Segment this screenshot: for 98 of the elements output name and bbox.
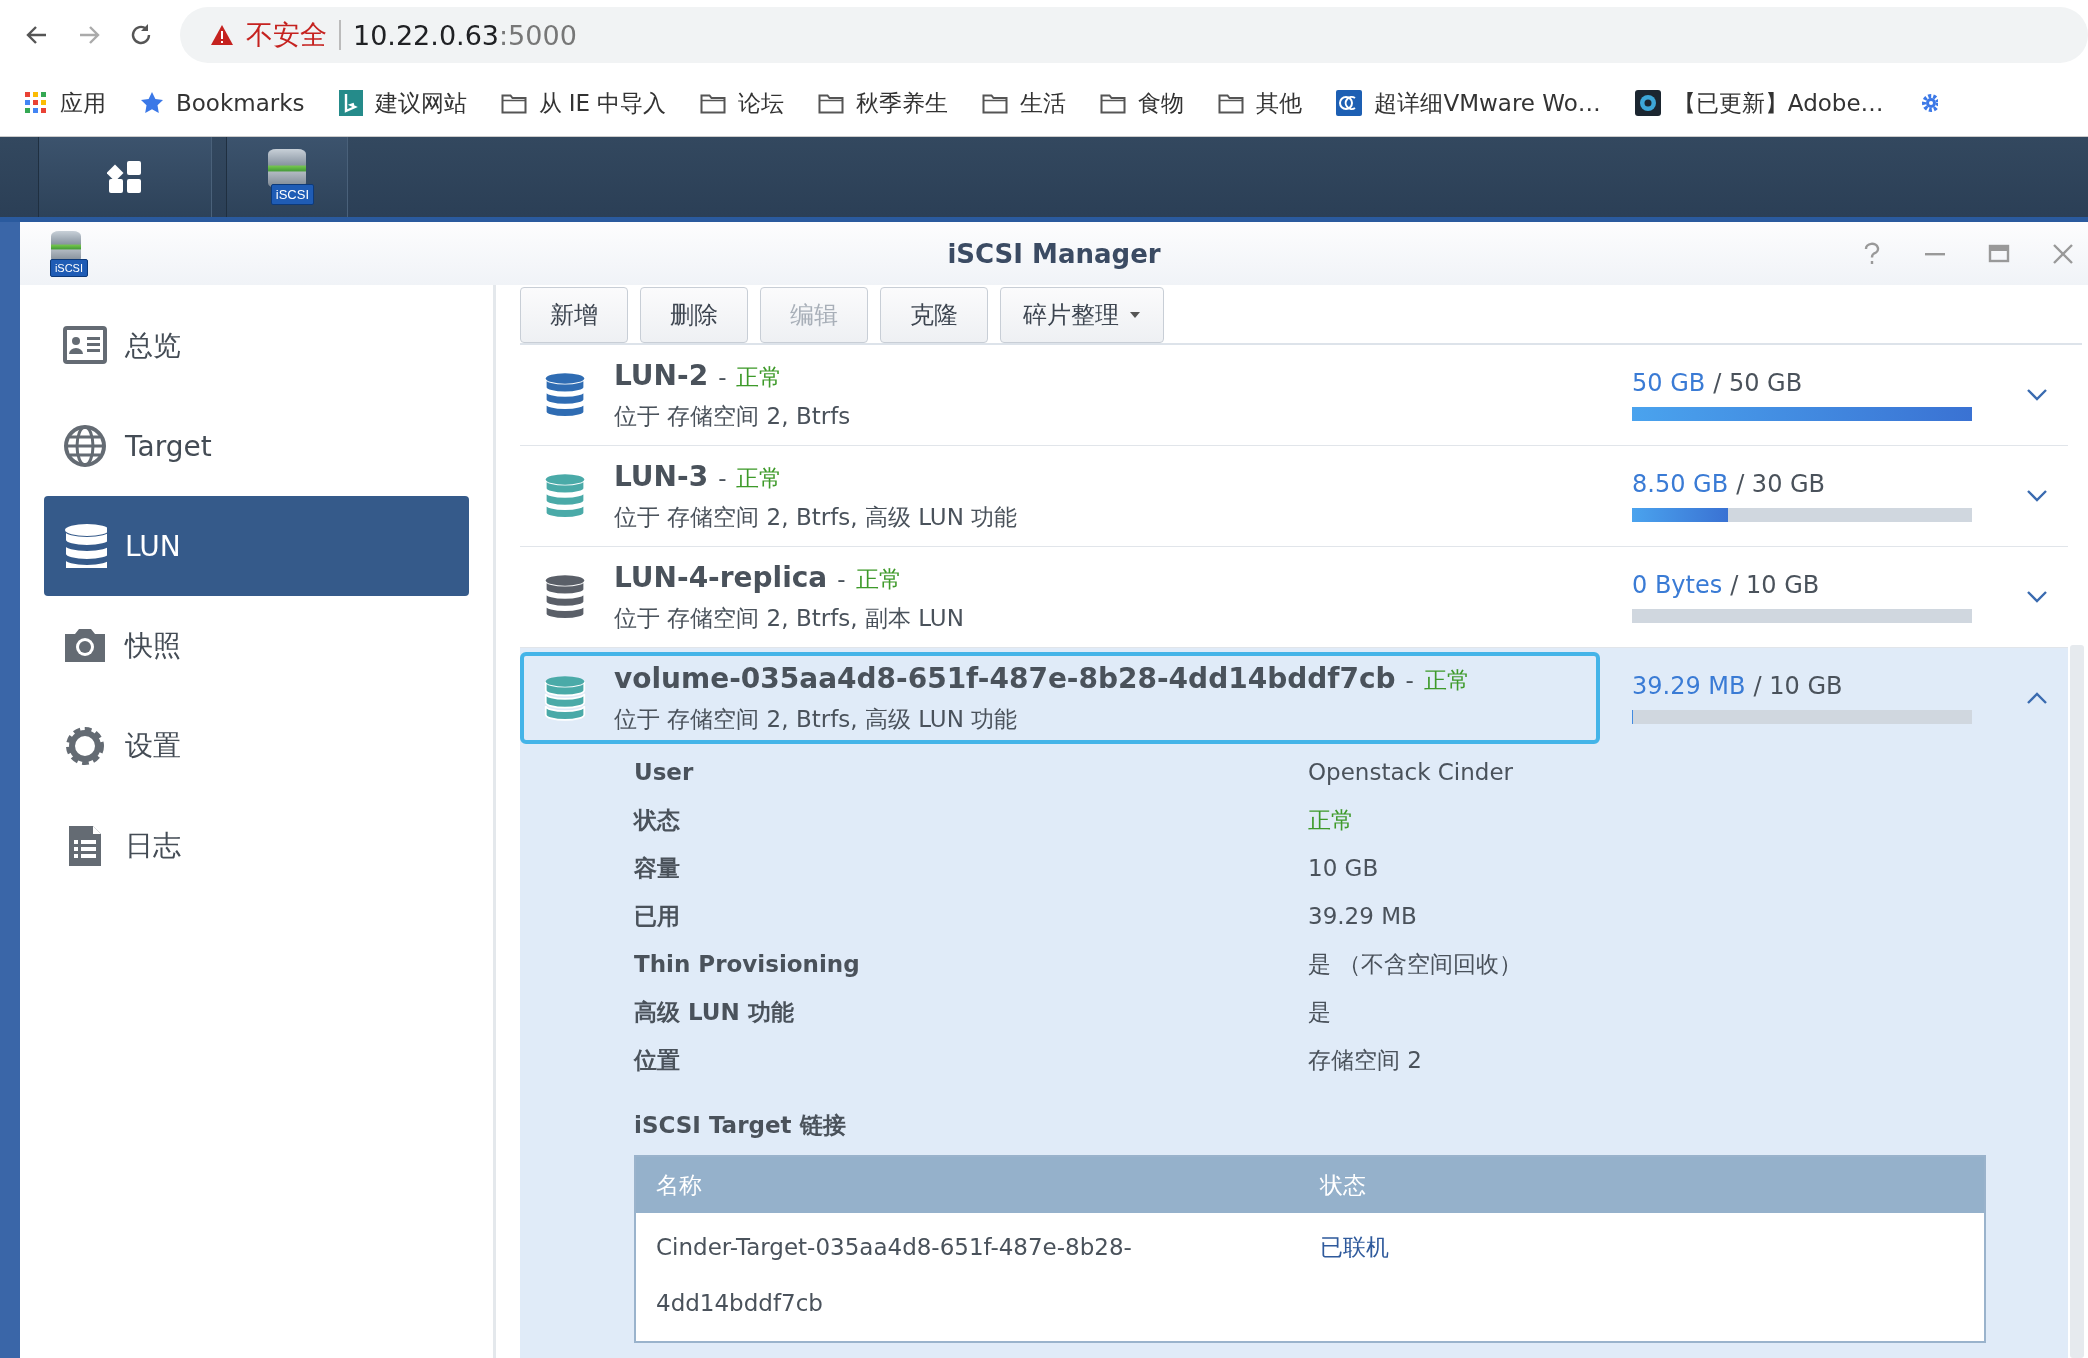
location-text: 位于 存储空间 2, Btrfs — [614, 401, 851, 431]
close-icon[interactable] — [2052, 242, 2074, 265]
globe-icon — [63, 424, 107, 468]
detail-label: User — [634, 759, 695, 785]
apps-grid-icon[interactable] — [24, 91, 48, 115]
caret-icon — [1129, 311, 1141, 319]
main-menu-icon[interactable] — [107, 159, 143, 195]
window-title: iSCSI Manager — [947, 238, 1161, 269]
location-text: 位于 存储空间 2, Btrfs, 副本 LUN — [614, 603, 964, 633]
folder-icon[interactable] — [1218, 92, 1245, 114]
detail-label: 位置 — [634, 1045, 681, 1075]
capacity-text: / 30 GB — [1736, 470, 1826, 498]
lun-name[interactable]: LUN-2 — [614, 358, 709, 392]
bookmark[interactable]: 生活 — [982, 87, 1067, 119]
detail-value: 是 — [1308, 997, 1331, 1027]
bookmark[interactable]: 从 IE 中导入 — [500, 87, 667, 119]
status-text: 正常 — [855, 564, 902, 594]
dash-separator: - — [837, 565, 846, 592]
capacity-text: / 10 GB — [1730, 571, 1820, 599]
sidebar-item[interactable]: LUN — [44, 496, 469, 596]
folder-icon[interactable] — [500, 92, 527, 114]
lun-name[interactable]: LUN-3 — [614, 459, 709, 493]
bookmark[interactable]: 食物 — [1100, 87, 1185, 119]
dash-separator: - — [718, 363, 727, 390]
bing-logo-icon[interactable] — [338, 90, 363, 116]
toolbar-button[interactable]: 碎片整理 — [1000, 287, 1164, 343]
detail-label: 状态 — [634, 805, 681, 835]
table-cell-text: Cinder-Target-035aa4d8-651f-487e-8b28-4dd14bddf7cb — [655, 1233, 1133, 1318]
database-icon — [63, 524, 107, 568]
help-icon[interactable] — [1862, 241, 1882, 266]
location-text: 位于 存储空间 2, Btrfs, 高级 LUN 功能 — [614, 502, 1018, 532]
bookmark[interactable]: Bookmarks — [140, 90, 305, 116]
star-icon[interactable] — [140, 91, 164, 115]
pc-logo-icon[interactable] — [1336, 90, 1363, 116]
sidebar-item[interactable]: 快照 — [44, 596, 469, 696]
detail-value: 正常 — [1308, 805, 1354, 835]
bookmark[interactable]: 秋季养生 — [818, 87, 949, 119]
folder-icon[interactable] — [982, 92, 1009, 114]
toolbar-button[interactable]: 删除 — [640, 287, 748, 343]
detail-value: 39.29 MB — [1308, 903, 1417, 929]
bookmark[interactable]: 建议网站 — [338, 87, 467, 119]
folder-icon[interactable] — [700, 92, 727, 114]
detail-value: 10 GB — [1308, 855, 1379, 881]
bookmark[interactable]: 【已更新】Adobe… — [1634, 87, 1884, 119]
lun-list-item[interactable] — [520, 648, 2068, 1358]
lun-list-item[interactable]: LUN-2 - 正常 位于 存储空间 2, Btrfs 50 GB / 50 GB — [520, 345, 2068, 446]
warning-icon — [210, 24, 234, 46]
detail-label: 已用 — [634, 901, 681, 931]
scrollbar[interactable] — [2070, 645, 2084, 1358]
lun-list-item[interactable]: LUN-3 - 正常 位于 存储空间 2, Btrfs, 高级 LUN 功能 8.50 GB / 30 GB — [520, 446, 2068, 547]
detail-label: Thin Provisioning — [634, 951, 861, 977]
taskbar-button[interactable]: iSCSI — [226, 137, 348, 217]
table-cell-text: 已联机 — [1320, 1233, 1389, 1262]
folder-icon[interactable] — [1100, 92, 1127, 114]
sidebar-item[interactable]: Target — [44, 396, 469, 496]
status-text: 正常 — [736, 463, 783, 493]
chevron-up-icon[interactable] — [2026, 691, 2048, 705]
used-amount: 0 Bytes — [1632, 571, 1723, 599]
bookmark[interactable]: 超详细VMware Wo… — [1336, 87, 1601, 119]
detail-label: 容量 — [634, 853, 681, 883]
address-bar[interactable]: 不安全 10.22.0.63:5000 — [180, 7, 2088, 63]
site-logo-icon[interactable] — [1634, 90, 1661, 116]
chevron-down-icon[interactable] — [2026, 590, 2048, 604]
detail-label: 高级 LUN 功能 — [634, 997, 795, 1027]
column-header: 名称 — [655, 1170, 703, 1200]
used-amount: 39.29 MB — [1632, 672, 1746, 700]
used-amount: 8.50 GB — [1632, 470, 1729, 498]
bookmark[interactable]: 论坛 — [700, 87, 785, 119]
chevron-down-icon[interactable] — [2026, 489, 2048, 503]
used-amount: 50 GB — [1632, 369, 1706, 397]
detail-value: 是 （不含空间回收） — [1308, 949, 1523, 979]
toolbar-button[interactable]: 克隆 — [880, 287, 988, 343]
column-header: 状态 — [1320, 1170, 1366, 1200]
toolbar-button[interactable]: 新增 — [520, 287, 628, 343]
status-text: 正常 — [736, 362, 783, 392]
lun-name[interactable]: LUN-4-replica — [614, 560, 828, 594]
location-text: 位于 存储空间 2, Btrfs, 高级 LUN 功能 — [614, 704, 1019, 734]
status-text: 正常 — [1423, 665, 1470, 695]
detail-value: 存储空间 2 — [1308, 1045, 1422, 1075]
bookmark[interactable]: 其他 — [1218, 87, 1303, 119]
section-heading: iSCSI Target 链接 — [634, 1111, 847, 1140]
dash-separator: - — [718, 464, 727, 491]
detail-value: Openstack Cinder — [1308, 759, 1514, 785]
sidebar-item[interactable]: 日志 — [44, 796, 469, 896]
lun-name[interactable]: volume-035aa4d8-651f-487e-8b28-4dd14bddf7cb — [614, 661, 1396, 695]
capacity-text: / 10 GB — [1753, 672, 1843, 700]
url-text: 10.22.0.63:5000 — [353, 19, 577, 51]
dash-separator: - — [1405, 666, 1414, 693]
sidebar-item[interactable]: 总览 — [44, 296, 469, 396]
taskbar-button[interactable] — [38, 137, 212, 217]
folder-icon[interactable] — [818, 92, 845, 114]
bookmark[interactable]: 应用 — [24, 87, 106, 119]
sidebar-item[interactable]: 设置 — [44, 696, 469, 796]
capacity-text: / 50 GB — [1713, 369, 1803, 397]
maximize-icon[interactable] — [1988, 242, 2010, 265]
security-label: 不安全 — [246, 18, 327, 52]
chevron-down-icon[interactable] — [2026, 388, 2048, 402]
settings-icon — [63, 724, 107, 768]
